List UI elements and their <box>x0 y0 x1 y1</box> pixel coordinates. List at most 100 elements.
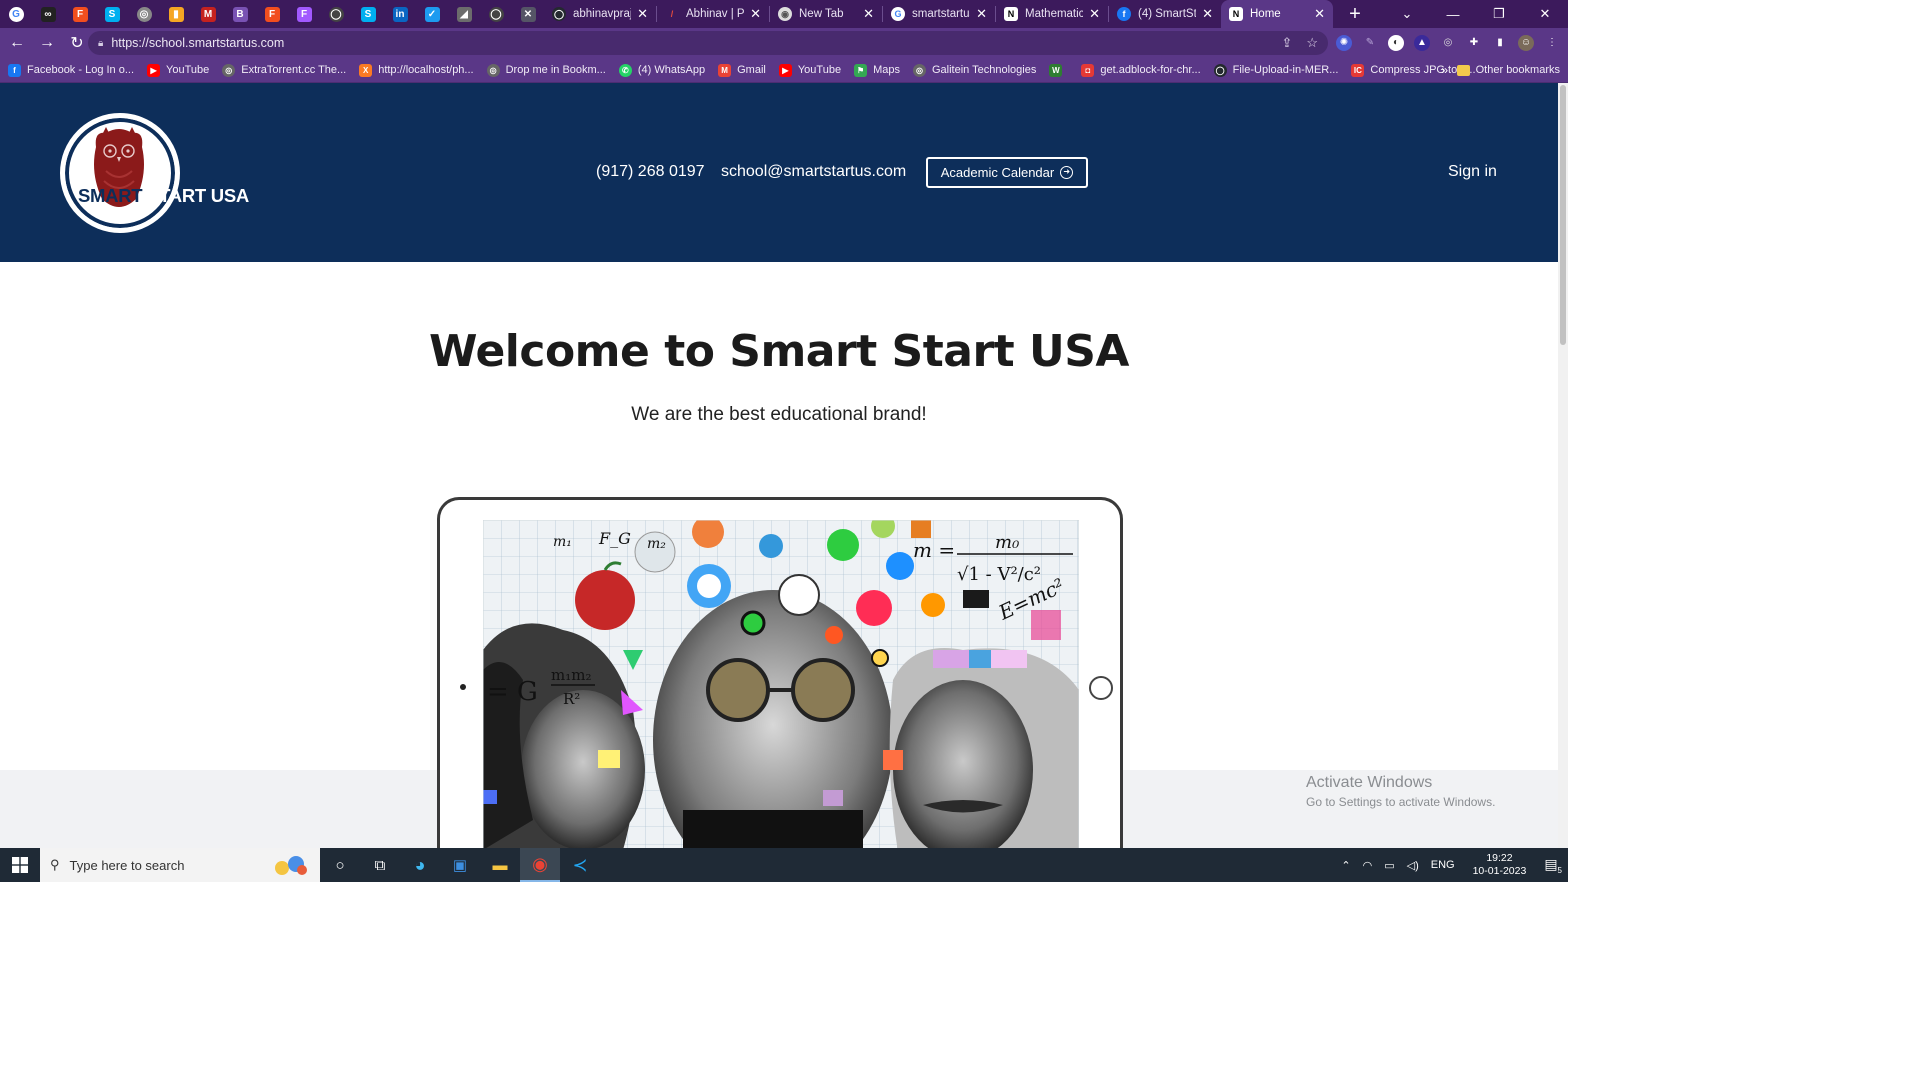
close-icon[interactable]: ✕ <box>1314 6 1325 22</box>
bookmark-item[interactable]: M Gmail <box>718 63 766 77</box>
bookmark-item[interactable]: ◯ File-Upload-in-MER... <box>1213 63 1338 77</box>
bookmark-item[interactable]: ✆ (4) WhatsApp <box>618 63 706 77</box>
pinned-tab[interactable]: ◢ <box>448 0 480 28</box>
back-button[interactable]: ← <box>4 34 30 52</box>
close-icon[interactable]: ✕ <box>750 6 761 22</box>
pinned-tab[interactable]: F <box>256 0 288 28</box>
logo-text-smart: SMART <box>78 185 143 206</box>
star-icon[interactable]: ☆ <box>1306 35 1318 51</box>
extensions-puzzle-icon[interactable]: ✚ <box>1466 35 1482 51</box>
avatar[interactable]: ☺ <box>1518 35 1534 51</box>
skype-icon: S <box>104 6 120 22</box>
pinned-tab[interactable]: G <box>0 0 32 28</box>
task-view-button[interactable]: ⧉ <box>360 848 400 882</box>
close-icon[interactable]: ✕ <box>976 6 987 22</box>
bookmark-item[interactable]: ◎ Galitein Technologies <box>912 63 1036 77</box>
tab-title: abhinavprajap <box>573 8 631 20</box>
bookmark-item[interactable]: f Facebook - Log In o... <box>8 63 134 77</box>
pinned-tab[interactable]: F <box>64 0 96 28</box>
address-bar[interactable]: 🔒︎ https://school.smartstartus.com ⇪ ☆ <box>88 31 1328 55</box>
reload-button[interactable]: ↻ <box>64 33 90 53</box>
pinned-tab[interactable]: in <box>384 0 416 28</box>
close-icon[interactable]: ✕ <box>863 6 874 22</box>
pinned-tab[interactable]: ✕ <box>512 0 544 28</box>
extension-cap-icon[interactable]: ▲ <box>1414 35 1430 51</box>
menu-dots-icon[interactable]: ⋮ <box>1544 35 1560 51</box>
academic-calendar-button[interactable]: Academic Calendar ➜ <box>926 157 1088 188</box>
bookmark-label: (4) WhatsApp <box>637 64 706 76</box>
bookmark-item[interactable]: ◎ Drop me in Bookm... <box>486 63 606 77</box>
browser-tab[interactable]: ◯ abhinavprajap ✕ <box>544 0 656 28</box>
pinned-tab[interactable]: B <box>224 0 256 28</box>
bookmark-item[interactable]: ◎ ExtraTorrent.cc The... <box>222 63 346 77</box>
close-icon[interactable]: ✕ <box>1202 6 1213 22</box>
pinned-tab[interactable]: ▮ <box>160 0 192 28</box>
sign-in-link[interactable]: Sign in <box>1448 163 1497 181</box>
pinned-tab[interactable]: ◯ <box>480 0 512 28</box>
volume-icon[interactable]: ◁) <box>1407 859 1419 872</box>
edge-icon: ◕ <box>414 854 426 875</box>
browser-tab[interactable]: G smartstartus.c ✕ <box>883 0 995 28</box>
browser-tab[interactable]: / Abhinav | Port ✕ <box>657 0 769 28</box>
browser-tab[interactable]: f (4) SmartStart ✕ <box>1109 0 1221 28</box>
arrow-right-circle-icon: ➜ <box>1060 166 1074 179</box>
start-button[interactable] <box>0 848 40 882</box>
bookmarks-overflow-button[interactable]: » <box>1441 63 1448 77</box>
pinned-tab[interactable]: ◯ <box>320 0 352 28</box>
tools-icon: ✕ <box>520 6 536 22</box>
bookmark-item[interactable]: ◘ get.adblock-for-chr... <box>1081 63 1201 77</box>
pinned-tab[interactable]: F <box>288 0 320 28</box>
battery-icon[interactable]: ▭ <box>1384 859 1394 872</box>
extension-target-icon[interactable]: ◎ <box>1440 35 1456 51</box>
bookmark-item[interactable]: ▶ YouTube <box>778 63 841 77</box>
pinned-tab[interactable]: S <box>352 0 384 28</box>
browser-tab[interactable]: ◉ New Tab ✕ <box>770 0 882 28</box>
pinned-tab[interactable]: S <box>96 0 128 28</box>
notification-center-button[interactable]: ▤5 <box>1544 856 1562 875</box>
maximize-button[interactable]: ❐ <box>1476 6 1522 22</box>
extension-gear-icon[interactable]: ✺ <box>1336 35 1352 51</box>
extension-pen-icon[interactable]: ✎ <box>1362 35 1378 51</box>
extension-circle-icon[interactable]: ◐ <box>1388 35 1404 51</box>
pinned-tab[interactable]: M <box>192 0 224 28</box>
notification-count: 5 <box>1557 865 1562 875</box>
bookmark-item[interactable]: W <box>1049 63 1068 77</box>
minimize-button[interactable]: — <box>1430 7 1476 22</box>
header-phone-link[interactable]: (917) 268 0197 <box>596 163 705 181</box>
taskbar-search-input[interactable]: ⚲ Type here to search <box>40 848 320 882</box>
close-icon[interactable]: ✕ <box>637 6 648 22</box>
cortana-button[interactable]: ○ <box>320 848 360 882</box>
close-window-button[interactable]: ✕ <box>1522 6 1568 22</box>
bookmark-item[interactable]: ▶ YouTube <box>147 63 209 77</box>
page-scrollbar[interactable] <box>1558 83 1568 848</box>
scrollbar-thumb[interactable] <box>1560 85 1566 345</box>
windows-activation-watermark: Activate Windows Go to Settings to activ… <box>1306 774 1495 809</box>
chevron-up-icon[interactable]: ⌃ <box>1341 859 1350 872</box>
pinned-tab[interactable]: ◎ <box>128 0 160 28</box>
browser-toolbar: ← → ↻ 🔒︎ https://school.smartstartus.com… <box>0 28 1568 58</box>
explorer-taskbar-button[interactable]: ▬ <box>480 848 520 882</box>
language-indicator[interactable]: ENG <box>1431 859 1455 871</box>
forward-button[interactable]: → <box>34 34 60 52</box>
pinned-tab[interactable]: ✓ <box>416 0 448 28</box>
tab-title: smartstartus.c <box>912 8 970 20</box>
close-icon[interactable]: ✕ <box>1089 6 1100 22</box>
tab-search-button[interactable]: ⌄ <box>1384 6 1430 22</box>
site-logo[interactable]: SMART START USA <box>58 111 249 236</box>
other-bookmarks[interactable]: Other bookmarks <box>1456 64 1560 76</box>
browser-tab[interactable]: N Mathematics ✕ <box>996 0 1108 28</box>
bookmark-item[interactable]: Xhttp://localhost/ph... <box>359 63 474 77</box>
taskbar-clock[interactable]: 19:22 10-01-2023 <box>1473 852 1527 878</box>
side-panel-icon[interactable]: ▮ <box>1492 35 1508 51</box>
chrome-taskbar-button[interactable]: ◉ <box>520 848 560 882</box>
share-icon[interactable]: ⇪ <box>1281 35 1292 51</box>
vscode-taskbar-button[interactable]: ≺ <box>560 848 600 882</box>
edge-taskbar-button[interactable]: ◕ <box>400 848 440 882</box>
pinned-tab[interactable]: ∞ <box>32 0 64 28</box>
wifi-icon[interactable]: ◠ <box>1363 859 1373 872</box>
new-tab-button[interactable]: + <box>1343 3 1367 26</box>
store-taskbar-button[interactable]: ▣ <box>440 848 480 882</box>
browser-tab-active[interactable]: N Home ✕ <box>1221 0 1333 28</box>
header-email-link[interactable]: school@smartstartus.com <box>721 163 906 181</box>
bookmark-item[interactable]: ⚑ Maps <box>854 63 900 77</box>
